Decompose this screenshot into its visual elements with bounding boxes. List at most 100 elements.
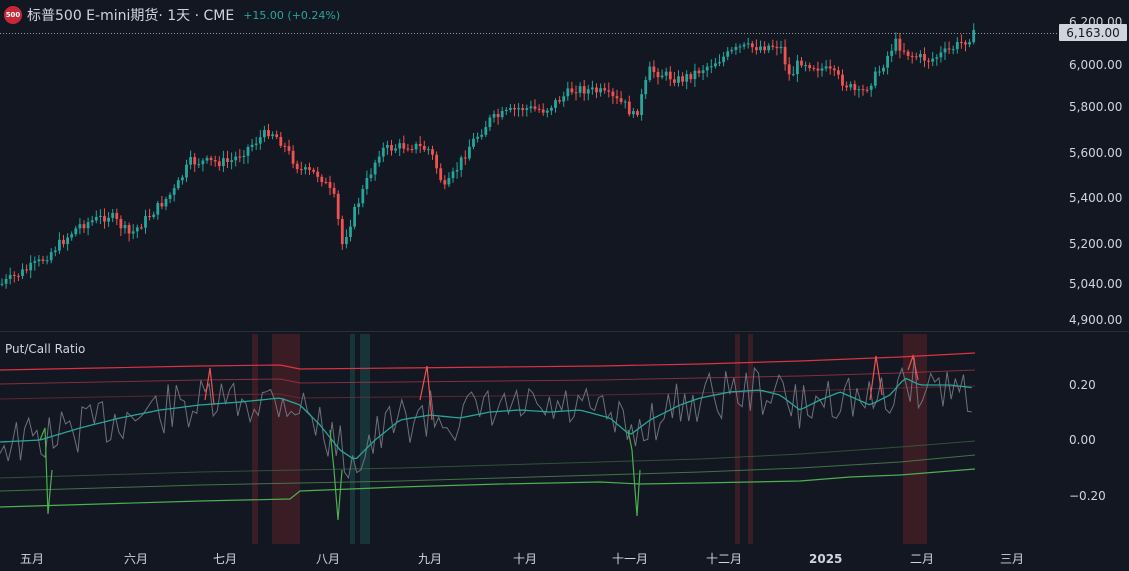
shade-red-3	[735, 334, 740, 544]
candle-body	[816, 68, 820, 71]
time-label: 十二月	[706, 552, 742, 566]
candle-body	[513, 107, 516, 110]
indicator-label: −0.20	[1069, 489, 1106, 503]
candle-body	[845, 85, 848, 88]
time-label: 十一月	[612, 552, 648, 566]
candle-body	[58, 239, 61, 251]
candle-body	[74, 228, 78, 235]
candle-body	[205, 157, 209, 161]
candle-body	[898, 38, 902, 51]
candle-body	[656, 71, 660, 78]
candle-body	[480, 134, 484, 137]
candle-body	[521, 108, 525, 110]
candle-body	[705, 66, 709, 71]
candle-body	[70, 234, 74, 238]
last-price-tag: 6,163.00	[1059, 24, 1127, 41]
candle-body	[488, 117, 492, 128]
price-axis[interactable]: 6,200.00 6,000.00 5,800.00 5,600.00 5,40…	[1069, 15, 1122, 327]
candle-body	[627, 101, 631, 115]
candle-body	[66, 237, 69, 245]
candle-body	[406, 148, 410, 150]
candle-body	[595, 87, 598, 93]
candle-body	[373, 162, 377, 175]
indicator-title[interactable]: Put/Call Ratio	[5, 342, 85, 356]
candle-body	[796, 60, 799, 75]
candle-body	[615, 96, 619, 99]
candle-body	[947, 48, 951, 50]
chart-canvas[interactable]: 6,200.00 6,000.00 5,800.00 5,600.00 5,40…	[0, 0, 1129, 571]
shade-teal-1	[350, 334, 355, 544]
candle-body	[619, 98, 623, 102]
candle-body	[869, 85, 873, 90]
candle-body	[824, 66, 828, 69]
candle-body	[525, 108, 529, 110]
price-label: 6,000.00	[1069, 58, 1122, 72]
time-axis[interactable]: 五月 六月 七月 八月 九月 十月 十一月 十二月 2025 二月 三月	[20, 552, 1024, 566]
candle-body	[267, 129, 270, 137]
candle-body	[119, 218, 123, 229]
candle-body	[955, 42, 959, 50]
time-label: 七月	[213, 552, 237, 566]
time-label: 十月	[513, 552, 537, 566]
candle-body	[693, 70, 697, 80]
candlestick-series[interactable]	[0, 23, 976, 289]
candle-body	[144, 216, 147, 228]
candle-body	[578, 86, 582, 93]
symbol-header[interactable]: 500 标普500 E-mini期货· 1天 · CME +15.00 (+0.…	[4, 5, 340, 25]
candle-body	[943, 48, 947, 53]
candle-body	[455, 169, 459, 172]
candle-body	[611, 91, 615, 97]
candle-body	[254, 143, 258, 145]
candle-body	[787, 64, 791, 75]
candle-body	[923, 54, 926, 61]
candle-body	[472, 138, 475, 147]
indicator-label: 0.00	[1069, 433, 1096, 447]
candle-body	[914, 56, 918, 58]
candle-body	[722, 56, 725, 63]
candle-body	[336, 193, 340, 220]
time-label: 五月	[20, 552, 44, 566]
candle-body	[545, 110, 549, 113]
candle-body	[37, 259, 41, 262]
candle-body	[718, 62, 721, 64]
time-label-year: 2025	[809, 552, 842, 566]
candle-body	[263, 129, 266, 138]
candle-body	[828, 66, 832, 69]
indicator-axis[interactable]: 0.20 0.00 −0.20	[1069, 378, 1106, 503]
candle-body	[197, 164, 201, 166]
candle-body	[422, 146, 426, 150]
time-label: 二月	[910, 552, 934, 566]
candle-body	[90, 220, 94, 223]
candle-body	[902, 50, 906, 52]
candle-body	[791, 74, 795, 76]
candle-body	[865, 89, 869, 91]
candle-body	[517, 108, 520, 110]
candle-body	[882, 67, 885, 72]
price-label: 5,200.00	[1069, 237, 1122, 251]
candle-body	[586, 89, 590, 94]
candle-body	[558, 100, 561, 102]
candle-body	[115, 212, 119, 219]
candle-body	[398, 143, 402, 149]
candle-body	[0, 283, 4, 285]
candle-body	[968, 42, 971, 45]
candle-body	[861, 89, 865, 91]
candle-body	[591, 87, 594, 90]
candle-body	[812, 68, 816, 70]
candle-body	[935, 57, 939, 59]
candle-body	[230, 160, 233, 162]
candle-body	[226, 158, 229, 162]
candle-body	[78, 224, 82, 229]
signal-shading	[252, 334, 927, 544]
candle-body	[742, 44, 746, 47]
candle-body	[390, 145, 393, 151]
candle-body	[533, 106, 537, 109]
candle-body	[185, 164, 188, 178]
candle-body	[410, 148, 414, 150]
candle-body	[890, 50, 894, 56]
symbol-title[interactable]: 标普500 E-mini期货· 1天 · CME	[27, 5, 234, 25]
candle-body	[800, 60, 803, 66]
candle-body	[644, 79, 648, 95]
candle-body	[82, 224, 86, 229]
candle-body	[189, 157, 192, 165]
